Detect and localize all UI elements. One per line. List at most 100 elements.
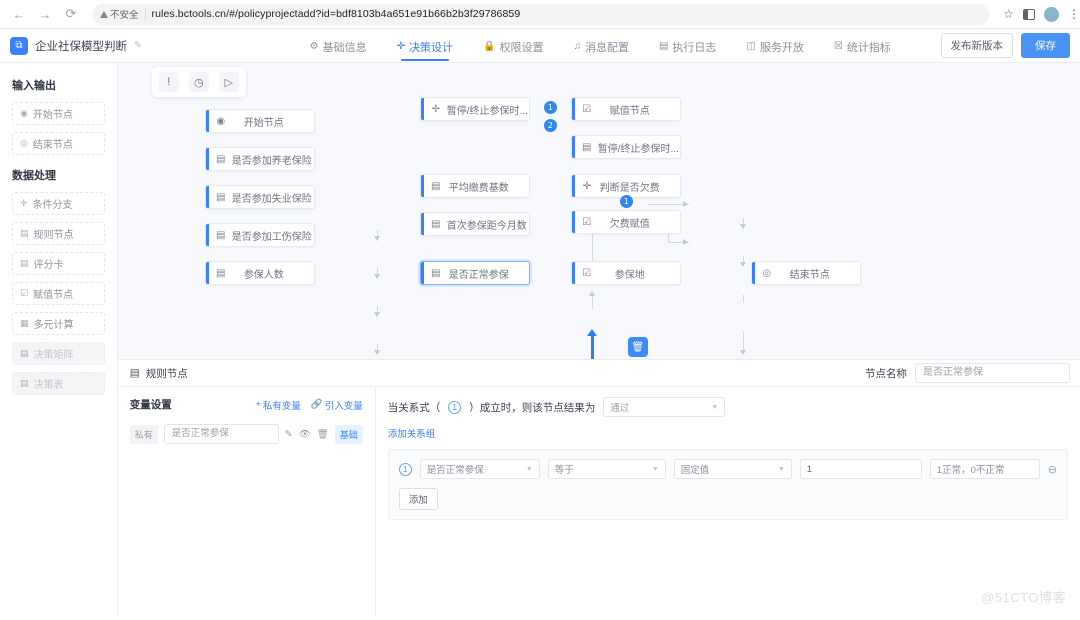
flow-node-n1[interactable]: ◉ 开始节点 — [204, 109, 315, 133]
node-label: 是否参加失业保险 — [231, 193, 312, 205]
condition-operator-select[interactable]: 等于 ▼ — [547, 459, 666, 479]
node-icon: ▤ — [582, 141, 592, 153]
eye-icon[interactable]: 👁 — [299, 429, 311, 440]
relation-prefix-label: 当关系式（ — [387, 401, 441, 414]
flow-node-n7[interactable]: ▤ 平均缴费基数 — [419, 174, 530, 198]
tab-label: 决策设计 — [409, 41, 454, 54]
sidebar-item-label: 赋值节点 — [33, 290, 74, 301]
tab-label: 消息配置 — [584, 41, 629, 54]
sidebar-item-1-1[interactable]: ◉ 开始节点 — [12, 102, 105, 125]
node-label: 欠费赋值 — [609, 218, 650, 230]
profile-avatar[interactable] — [1044, 6, 1059, 22]
tab-2[interactable]: ✛ 决策设计 — [397, 29, 453, 63]
node-icon: ◎ — [762, 267, 772, 279]
node-name-label: 节点名称 — [865, 367, 907, 380]
flow-canvas[interactable]: ! ◷ ▷ 🗑 ◉ 开始节点 ▤ 是否参加养老保险 ▤ 是否参加失业保险 ▤ 是… — [117, 63, 1080, 360]
save-button[interactable]: 保存 — [1021, 33, 1070, 58]
browser-toolbar: ← → ⟳ 不安全 rules.bctools.cn/#/policyproje… — [0, 0, 1080, 29]
sidebar-item-2-5[interactable]: ▦ 多元计算 — [12, 312, 105, 335]
sidebar-item-icon: ◎ — [20, 138, 28, 148]
flow-node-n8[interactable]: ▤ 首次参保距今月数 — [419, 212, 530, 236]
tab-5[interactable]: ▤ 执行日志 — [659, 29, 716, 63]
flow-node-n15[interactable]: ◎ 结束节点 — [750, 261, 861, 285]
sidebar-item-label: 条件分支 — [32, 200, 73, 211]
sidebar-item-icon: ☑ — [20, 288, 29, 298]
condition-variable-select[interactable]: 是否正常参保 ▼ — [419, 459, 540, 479]
variable-type-badge: 基础 — [334, 424, 363, 444]
node-label: 结束节点 — [789, 269, 830, 281]
tab-6[interactable]: ◫ 服务开放 — [746, 29, 803, 63]
delete-node-button[interactable]: 🗑 — [627, 337, 648, 357]
add-private-variable-button[interactable]: + 私有变量 — [255, 398, 301, 412]
node-icon: ▤ — [216, 191, 226, 203]
sidebar-item-2-2[interactable]: ▤ 规则节点 — [12, 222, 105, 245]
condition-value-input[interactable]: 1 — [799, 459, 922, 479]
browser-menu-icon[interactable]: ⋮ — [1068, 8, 1080, 20]
node-icon: ✛ — [582, 180, 591, 192]
flow-node-n13[interactable]: ☑ 欠费赋值 — [570, 210, 681, 234]
side-panel-icon[interactable] — [1023, 8, 1035, 20]
tab-1[interactable]: ⚙ 基础信息 — [310, 29, 367, 63]
play-circle-icon[interactable]: ▷ — [218, 72, 239, 92]
app-logo-icon: ⧉ — [10, 36, 28, 55]
arrow-n8-n7 — [588, 291, 595, 296]
flow-node-n6[interactable]: ✛ 暂停/终止参保时... — [419, 97, 530, 121]
trash-icon[interactable]: 🗑 — [317, 429, 329, 440]
flow-node-n11[interactable]: ▤ 暂停/终止参保时... — [570, 135, 681, 159]
branch-badge-3[interactable]: 1 — [619, 195, 633, 208]
insecure-indicator[interactable]: 不安全 — [100, 7, 139, 21]
sidebar-item-icon: ◉ — [20, 108, 28, 118]
add-relation-group-link[interactable]: 添加关系组 — [388, 426, 436, 440]
flow-node-n14[interactable]: ☑ 参保地 — [570, 261, 681, 285]
sidebar-item-2-4[interactable]: ☑ 赋值节点 — [12, 282, 105, 305]
variable-rows: 私有 是否正常参保 ✎ 👁 🗑 基础 — [129, 424, 363, 444]
node-label: 赋值节点 — [609, 105, 650, 117]
tab-7[interactable]: ☒ 统计指标 — [834, 29, 891, 63]
clock-icon[interactable]: ◷ — [188, 72, 209, 92]
relation-expression-number: 1 — [448, 400, 462, 414]
relation-result-select[interactable]: 通过 ▼ — [603, 397, 726, 417]
watermark: @51CTO博客 — [981, 590, 1066, 605]
import-variable-button[interactable]: 🔗 引入变量 — [311, 398, 363, 412]
flow-node-n9[interactable]: ▤ 是否正常参保 — [419, 261, 530, 285]
remove-condition-button[interactable]: ⊖ — [1048, 463, 1057, 476]
address-bar[interactable]: 不安全 rules.bctools.cn/#/policyprojectadd?… — [92, 3, 990, 25]
warning-circle-icon[interactable]: ! — [158, 72, 179, 92]
condition-value-input-value: 1 — [806, 463, 813, 475]
edit-icon[interactable]: ✎ — [285, 429, 293, 440]
flow-node-n3[interactable]: ▤ 是否参加失业保险 — [204, 185, 315, 209]
branch-badge-1[interactable]: 1 — [543, 101, 557, 114]
variable-name-input[interactable]: 是否正常参保 — [163, 424, 279, 444]
back-icon[interactable]: ← — [8, 3, 30, 25]
tab-3[interactable]: 🔒 权限设置 — [483, 29, 543, 63]
tab-label: 执行日志 — [672, 41, 717, 54]
flow-node-n4[interactable]: ▤ 是否参加工伤保险 — [204, 223, 315, 247]
flow-node-n5[interactable]: ▤ 参保人数 — [204, 261, 315, 285]
bookmark-star-icon[interactable]: ☆ — [1003, 7, 1014, 21]
condition-note-input[interactable]: 1正常，0不正常 — [929, 459, 1040, 479]
edit-title-icon[interactable]: ✎ — [134, 40, 142, 51]
node-name-input[interactable]: 是否正常参保 — [915, 363, 1070, 383]
add-condition-button[interactable]: 添加 — [398, 488, 438, 510]
panel-node-type-label: 规则节点 — [145, 367, 188, 380]
tab-label: 基础信息 — [322, 41, 367, 54]
node-label: 开始节点 — [243, 117, 284, 129]
sidebar-item-2-1[interactable]: ✛ 条件分支 — [12, 192, 105, 215]
chevron-down-icon: ▼ — [525, 465, 533, 473]
sidebar-item-1-2[interactable]: ◎ 结束节点 — [12, 132, 105, 155]
forward-icon[interactable]: → — [34, 3, 56, 25]
reload-icon[interactable]: ⟳ — [60, 3, 82, 25]
node-icon: ▤ — [216, 229, 226, 241]
chevron-down-icon: ▼ — [651, 465, 659, 473]
arrow-n1-n2 — [373, 236, 380, 241]
branch-badge-2[interactable]: 2 — [543, 119, 557, 132]
condition-value-type-select[interactable]: 固定值 ▼ — [673, 459, 792, 479]
tab-4[interactable]: ♫ 消息配置 — [573, 29, 629, 63]
flow-node-n2[interactable]: ▤ 是否参加养老保险 — [204, 147, 315, 171]
edge-n13-n14 — [742, 331, 744, 351]
sidebar-item-2-3[interactable]: ▤ 评分卡 — [12, 252, 105, 275]
publish-version-button[interactable]: 发布新版本 — [940, 33, 1013, 58]
sidebar-item-label: 规则节点 — [33, 230, 74, 241]
relation-group-card: 1 是否正常参保 ▼ 等于 ▼ 固定值 ▼ 1 1正常，0不正常 ⊖ 添加 — [387, 449, 1068, 520]
flow-node-n10[interactable]: ☑ 赋值节点 — [570, 97, 681, 121]
